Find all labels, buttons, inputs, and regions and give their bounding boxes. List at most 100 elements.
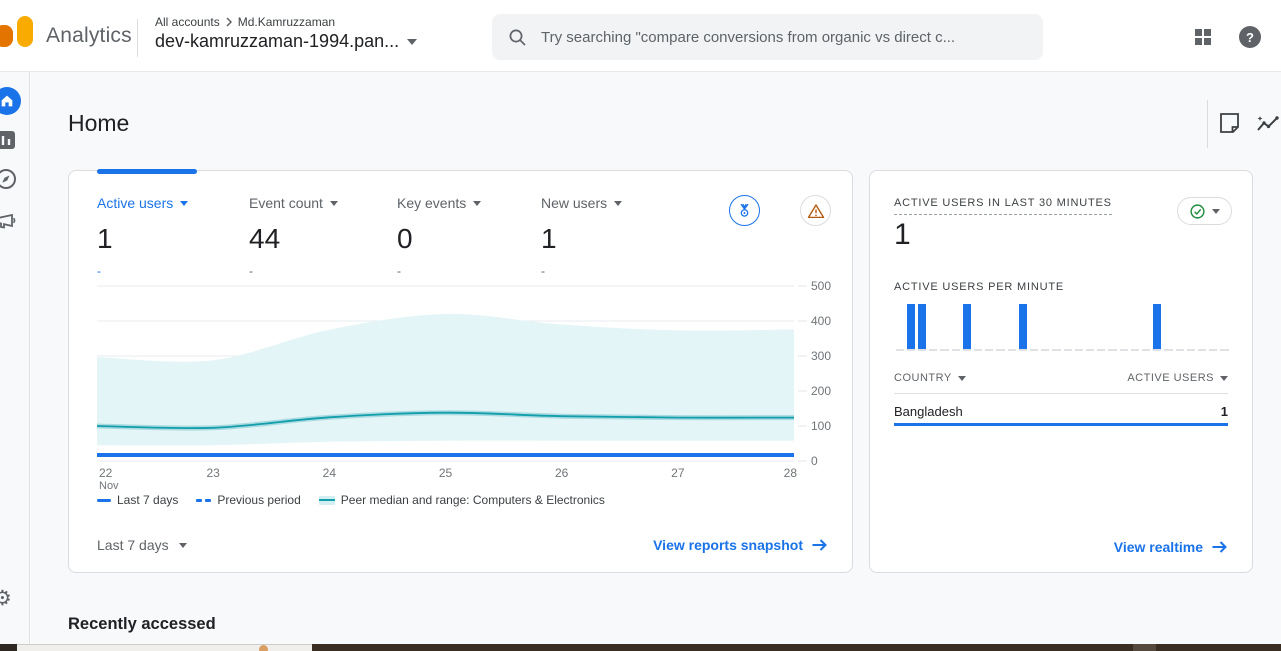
desktop-strip-dot <box>259 645 268 651</box>
home-icon <box>0 93 15 109</box>
caret-down-icon <box>958 376 966 381</box>
caret-down-icon <box>407 39 417 45</box>
search-icon <box>508 28 527 47</box>
svg-text:Nov: Nov <box>99 480 119 492</box>
active-users-column-header[interactable]: ACTIVE USERS <box>1127 372 1228 384</box>
minute-slot <box>1030 304 1038 351</box>
minute-slot <box>1108 304 1116 351</box>
content-header-divider <box>1207 100 1208 148</box>
sidebar-item-advertising[interactable] <box>0 208 18 232</box>
minute-slot <box>974 304 982 351</box>
arrow-right-icon <box>1211 540 1228 554</box>
legend-label: Last 7 days <box>117 493 178 507</box>
header-divider <box>137 19 138 57</box>
country-active-users: 1 <box>1221 404 1228 419</box>
minute-slot <box>918 304 926 351</box>
minute-bar <box>918 304 926 349</box>
minute-slot <box>907 304 915 351</box>
minute-slot <box>1097 304 1105 351</box>
main-content: Home Active users 1 - Event count 44 - K… <box>31 72 1281 644</box>
recently-accessed-heading: Recently accessed <box>68 615 216 634</box>
active-users-per-minute-chart[interactable] <box>894 304 1230 351</box>
chart-legend: Last 7 days Previous period Peer median … <box>97 493 605 507</box>
country-name: Bangladesh <box>894 404 963 419</box>
column-header-label: ACTIVE USERS <box>1127 372 1214 384</box>
link-label: View realtime <box>1114 539 1203 555</box>
legend-swatch-previous-period <box>196 499 211 502</box>
date-range-dropdown[interactable]: Last 7 days <box>97 537 187 553</box>
breadcrumb-account[interactable]: Md.Kamruzzaman <box>238 15 335 29</box>
svg-text:0: 0 <box>811 454 818 468</box>
chevron-right-icon <box>225 17 233 27</box>
left-nav: ⚙ <box>0 72 30 644</box>
country-row-bar <box>894 423 1228 426</box>
check-circle-icon <box>1189 203 1206 220</box>
legend-swatch-last-7-days <box>97 499 111 502</box>
country-column-header[interactable]: COUNTRY <box>894 372 966 384</box>
minute-slot <box>1052 304 1060 351</box>
minute-slot <box>1019 304 1027 351</box>
minute-slot <box>1187 304 1195 351</box>
minute-slot <box>896 304 904 351</box>
view-realtime-link[interactable]: View realtime <box>1114 539 1228 555</box>
breadcrumb: All accounts Md.Kamruzzaman <box>155 15 335 29</box>
minute-slot <box>1064 304 1072 351</box>
svg-text:500: 500 <box>811 279 831 293</box>
analytics-logo-icon <box>17 16 33 47</box>
notes-icon[interactable] <box>1219 112 1240 135</box>
active-users-trend-chart[interactable]: 010020030040050022Nov232425262728 <box>69 171 854 574</box>
minute-slot <box>1008 304 1016 351</box>
sidebar-item-home[interactable] <box>0 87 21 115</box>
minute-slot <box>1142 304 1150 351</box>
minute-bar <box>1019 304 1027 349</box>
svg-text:100: 100 <box>811 419 831 433</box>
legend-swatch-peer-range <box>319 496 335 505</box>
view-reports-snapshot-link[interactable]: View reports snapshot <box>653 537 828 553</box>
analytics-logo-icon <box>0 25 13 47</box>
search-input[interactable] <box>541 29 1027 46</box>
minute-slot <box>940 304 948 351</box>
minute-slot <box>1164 304 1172 351</box>
page-title: Home <box>68 110 129 137</box>
sidebar-item-explore[interactable] <box>0 167 18 191</box>
diagnostics-grid-icon[interactable] <box>1195 29 1211 45</box>
minute-slot <box>985 304 993 351</box>
home-overview-card: Active users 1 - Event count 44 - Key ev… <box>68 170 853 573</box>
help-icon[interactable]: ? <box>1239 26 1261 48</box>
svg-text:24: 24 <box>323 466 337 480</box>
minute-slot <box>1086 304 1094 351</box>
property-switcher[interactable]: dev-kamruzzaman-1994.pan... <box>155 31 417 52</box>
minute-slot <box>1176 304 1184 351</box>
caret-down-icon <box>179 543 187 548</box>
realtime-card: ACTIVE USERS IN LAST 30 MINUTES 1 ACTIVE… <box>869 170 1253 573</box>
desktop-strip-segment <box>1133 644 1156 651</box>
realtime-status-button[interactable] <box>1177 197 1232 225</box>
legend-label: Peer median and range: Computers & Elect… <box>341 493 605 507</box>
svg-text:27: 27 <box>671 466 685 480</box>
minute-bar <box>963 304 971 349</box>
minute-slot <box>963 304 971 351</box>
column-header-label: COUNTRY <box>894 372 952 384</box>
minute-slot <box>1153 304 1161 351</box>
property-name: dev-kamruzzaman-1994.pan... <box>155 31 399 52</box>
minute-slot <box>1075 304 1083 351</box>
sidebar-item-admin[interactable]: ⚙ <box>0 588 12 609</box>
arrow-right-icon <box>811 538 828 552</box>
svg-text:22: 22 <box>99 466 113 480</box>
svg-text:200: 200 <box>811 384 831 398</box>
link-label: View reports snapshot <box>653 537 803 553</box>
breadcrumb-all-accounts[interactable]: All accounts <box>155 15 220 29</box>
search-bar[interactable] <box>492 14 1043 60</box>
caret-down-icon <box>1220 376 1228 381</box>
minute-slot <box>1120 304 1128 351</box>
svg-text:26: 26 <box>555 466 569 480</box>
sidebar-item-reports[interactable] <box>0 128 18 152</box>
legend-label: Previous period <box>217 493 300 507</box>
minute-slot <box>1041 304 1049 351</box>
minute-bar <box>907 304 915 349</box>
minute-bar <box>1153 304 1161 349</box>
minute-slot <box>929 304 937 351</box>
top-app-bar: Analytics All accounts Md.Kamruzzaman de… <box>0 0 1281 72</box>
svg-text:23: 23 <box>206 466 220 480</box>
insights-icon[interactable] <box>1255 112 1281 135</box>
